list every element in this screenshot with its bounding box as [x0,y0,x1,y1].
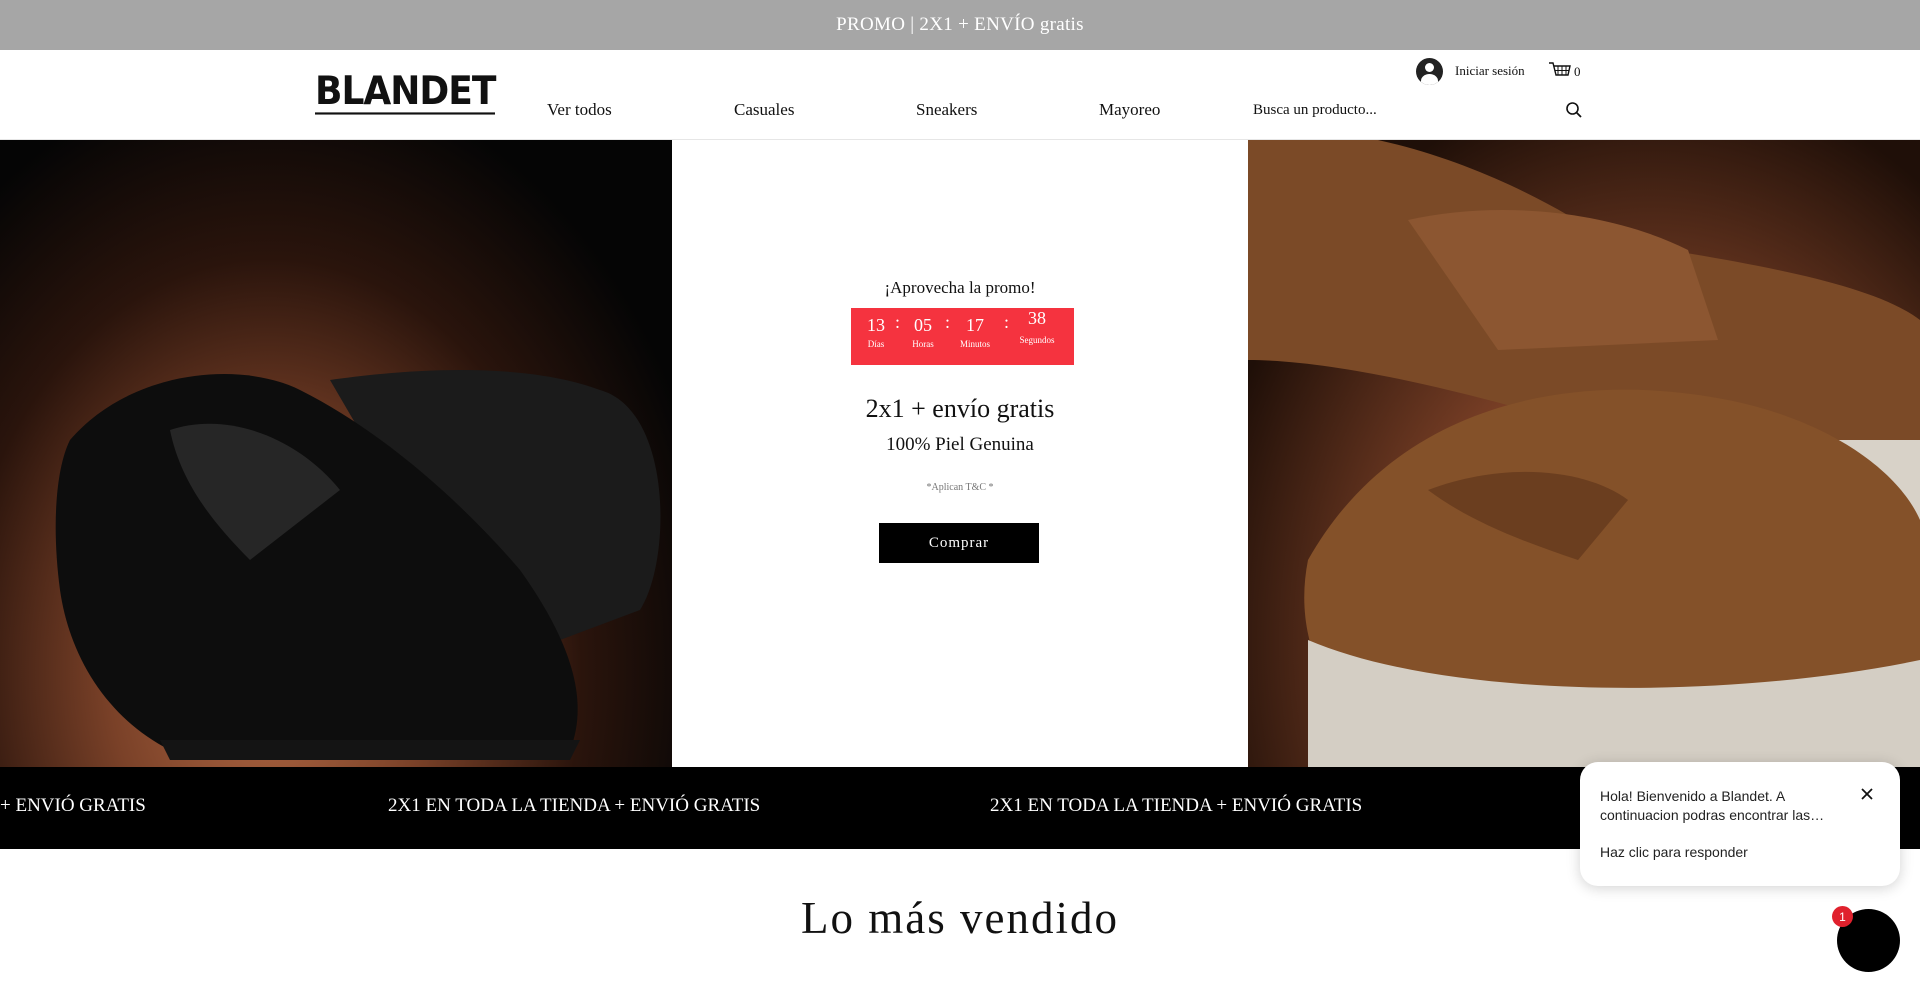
nav-casuales[interactable]: Casuales [734,100,794,120]
countdown-minutes-value: 17 [966,315,984,335]
chat-message: Hola! Bienvenido a Blandet. A continuaci… [1600,788,1825,823]
chat-popup[interactable]: Hola! Bienvenido a Blandet. A continuaci… [1580,762,1900,886]
login-label: Iniciar sesión [1455,63,1525,78]
logo[interactable]: BLANDET [315,72,496,115]
countdown-seconds-label: Segundos [1019,335,1055,345]
cart-icon [1549,62,1571,76]
ticker-item: 2X1 EN TODA LA TIENDA + ENVIÓ GRATIS [990,795,1363,816]
best-sellers-title: Lo más vendido [801,893,1119,943]
header: BLANDET Iniciar sesión 0 Ver todos Casua… [0,50,1920,140]
offer-title: 2x1 + envío gratis [865,394,1055,423]
countdown-days-value: 13 [867,315,885,335]
promo-heading: ¡Aprovecha la promo! [884,278,1036,297]
avatar-icon [1416,57,1443,85]
search-bar [1253,96,1583,124]
terms-note: *Aplican T&C * [926,482,994,493]
brown-loafers-image [1248,140,1920,767]
countdown-minutes-label: Minutos [959,339,990,349]
chat-badge: 1 [1832,906,1853,927]
countdown-hours-label: Horas [912,339,934,349]
nav-sneakers[interactable]: Sneakers [916,100,977,120]
countdown-minutes: 17 Minutos [950,312,1000,349]
offer-subtitle: 100% Piel Genuina [886,434,1034,455]
countdown-hours-value: 05 [914,315,932,335]
promo-bar-text: PROMO | 2X1 + ENVÍO gratis [836,14,1084,35]
countdown-days-label: Días [867,339,885,349]
buy-button[interactable]: Comprar [879,523,1039,563]
ticker-item: + ENVIÓ GRATIS [0,795,146,816]
promo-panel: ¡Aprovecha la promo! 13 Días : 05 Horas … [672,140,1248,767]
cart-count: 0 [1574,64,1581,79]
login-button[interactable]: Iniciar sesión [1416,56,1525,86]
countdown-days: 13 Días [851,312,901,349]
hero-banner: ¡Aprovecha la promo! 13 Días : 05 Horas … [0,140,1920,767]
countdown-seconds: 38 Segundos [1012,305,1062,345]
search-input[interactable] [1253,101,1533,119]
chat-reply-prompt[interactable]: Haz clic para responder [1600,844,1748,860]
countdown-hours: 05 Horas [898,312,948,349]
countdown-seconds-value: 38 [1028,308,1046,328]
search-icon[interactable] [1565,101,1583,119]
nav-mayoreo[interactable]: Mayoreo [1099,100,1160,120]
countdown-timer: 13 Días : 05 Horas : 17 Minutos : 38 Seg… [851,308,1074,365]
nav-ver-todos[interactable]: Ver todos [547,100,612,120]
promo-bar: PROMO | 2X1 + ENVÍO gratis [0,0,1920,50]
close-icon[interactable] [1857,784,1877,804]
ticker-item: 2X1 EN TODA LA TIENDA + ENVIÓ GRATIS [388,795,761,816]
cart-button[interactable]: 0 [1548,60,1581,80]
black-loafers-image [0,140,672,767]
countdown-separator: : [1004,312,1010,332]
